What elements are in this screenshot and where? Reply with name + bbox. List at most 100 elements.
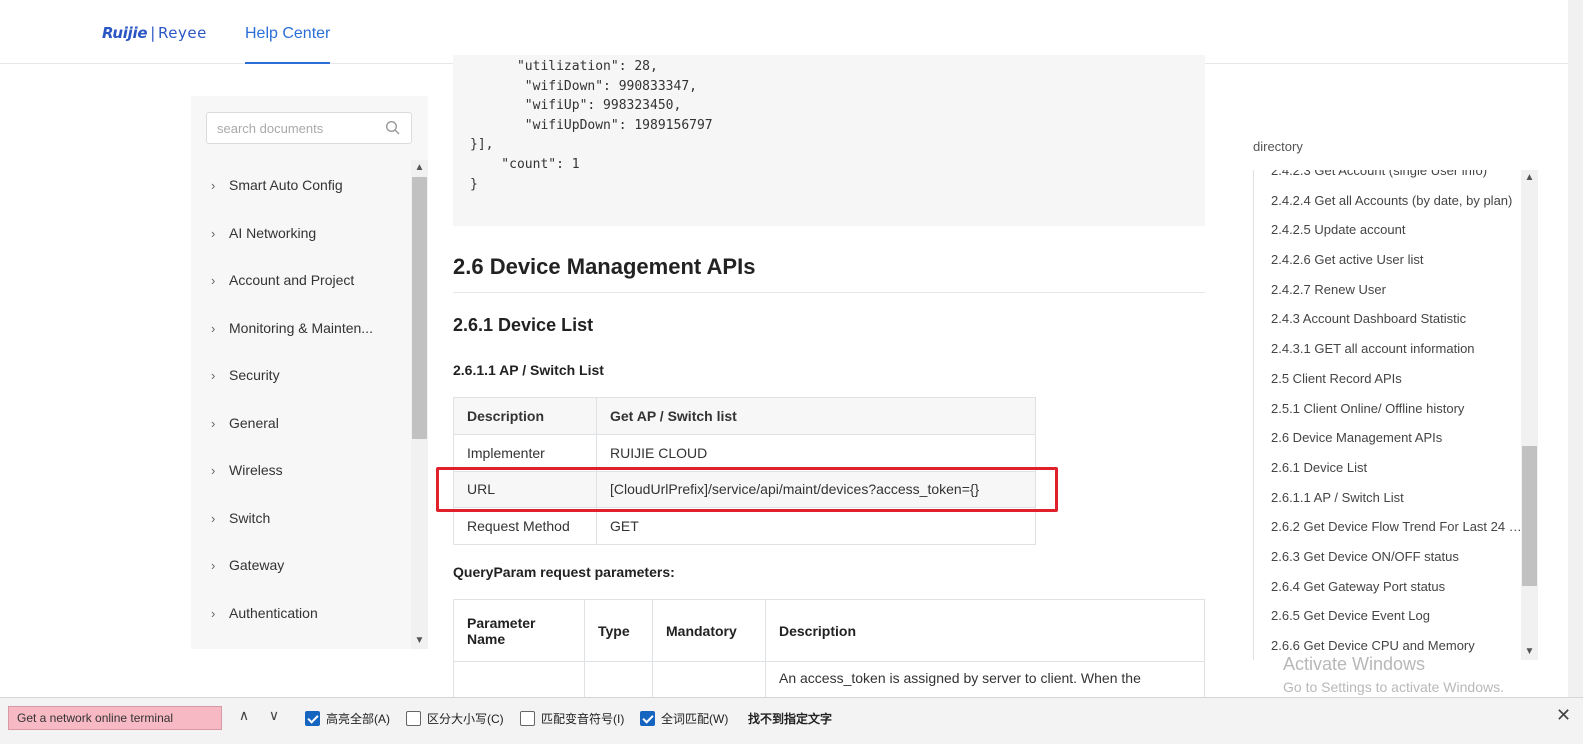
- col-header-mandatory: Mandatory: [652, 599, 766, 662]
- directory-item[interactable]: 2.4.3.1 GET all account information: [1254, 334, 1524, 364]
- directory-item[interactable]: 2.6.4 Get Gateway Port status: [1254, 572, 1524, 602]
- match-case-checkbox[interactable]: 区分大小写(C): [406, 708, 504, 728]
- table-row: Description Get AP / Switch list: [453, 397, 1036, 435]
- find-bar: Get a network online terminal ∧ ∨ 高亮全部(A…: [0, 697, 1583, 744]
- sidebar-scroll-thumb[interactable]: [412, 177, 427, 439]
- sidebar-item-label: Security: [229, 367, 280, 383]
- sidebar-item-ai-networking[interactable]: › AI Networking: [191, 210, 411, 258]
- directory-item[interactable]: 2.6 Device Management APIs: [1254, 423, 1524, 453]
- chevron-right-icon: ›: [211, 510, 216, 526]
- table-key: Description: [453, 397, 597, 435]
- highlight-all-checkbox[interactable]: 高亮全部(A): [305, 708, 390, 728]
- match-diacritics-checkbox[interactable]: 匹配变音符号(I): [520, 708, 624, 728]
- directory-item[interactable]: 2.5 Client Record APIs: [1254, 364, 1524, 394]
- table-cell: An access_token is assigned by server to…: [765, 661, 1205, 702]
- code-block: "utilization": 28, "wifiDown": 990833347…: [453, 55, 1205, 226]
- checkbox-checked-icon: [640, 710, 655, 726]
- search-input[interactable]: [207, 113, 377, 143]
- find-previous-icon[interactable]: ∧: [234, 707, 254, 724]
- logo-ruijie-text: Ruijie: [102, 24, 148, 42]
- close-icon[interactable]: ✕: [1556, 705, 1571, 726]
- logo-reyee-text: Reyee: [157, 24, 207, 42]
- chevron-right-icon: ›: [211, 178, 216, 193]
- chevron-right-icon: ›: [211, 558, 216, 573]
- chevron-right-icon: ›: [211, 320, 216, 336]
- table-key: URL: [453, 470, 597, 509]
- directory-item[interactable]: 2.4.2.7 Renew User: [1254, 275, 1524, 305]
- scroll-up-arrow-icon[interactable]: ▲: [1521, 170, 1538, 186]
- directory-item[interactable]: 2.4.2.5 Update account: [1254, 215, 1524, 245]
- watermark-line2: Go to Settings to activate Windows.: [1283, 679, 1504, 695]
- sidebar-item-monitoring[interactable]: › Monitoring & Mainten...: [191, 305, 411, 353]
- whole-words-checkbox[interactable]: 全词匹配(W): [640, 708, 728, 728]
- checkbox-checked-icon: [305, 710, 320, 726]
- find-next-icon[interactable]: ∨: [264, 707, 284, 724]
- directory-scrollbar[interactable]: ▲ ▼: [1521, 170, 1538, 660]
- sidebar-item-smart-auto-config[interactable]: › Smart Auto Config: [191, 162, 411, 210]
- directory-item[interactable]: 2.6.2 Get Device Flow Trend For Last 24 …: [1254, 512, 1524, 542]
- directory-item[interactable]: 2.4.2.4 Get all Accounts (by date, by pl…: [1254, 186, 1524, 216]
- sidebar-item-account-and-project[interactable]: › Account and Project: [191, 257, 411, 305]
- directory-item[interactable]: 2.6.5 Get Device Event Log: [1254, 601, 1524, 631]
- directory-item[interactable]: 2.5.1 Client Online/ Offline history: [1254, 394, 1524, 424]
- highlight-all-label: 高亮全部(A): [326, 711, 390, 726]
- subsection-heading: 2.6.1 Device List: [453, 315, 594, 335]
- match-case-label: 区分大小写(C): [427, 711, 504, 726]
- sidebar-item-gateway[interactable]: › Gateway: [191, 542, 411, 590]
- table-row: Implementer RUIJIE CLOUD: [453, 433, 1036, 472]
- search-icon[interactable]: [385, 120, 401, 136]
- directory-item[interactable]: 2.4.2.3 Get Account (single User info): [1254, 170, 1524, 186]
- sidebar-item-label: Smart Auto Config: [229, 177, 343, 193]
- sidebar-item-label: Wireless: [229, 462, 283, 478]
- sidebar-item-general[interactable]: › General: [191, 400, 411, 448]
- whole-words-label: 全词匹配(W): [661, 711, 729, 726]
- find-status-text: 找不到指定文字: [748, 712, 833, 726]
- scroll-down-arrow-icon[interactable]: ▼: [411, 633, 428, 649]
- find-input[interactable]: Get a network online terminal: [8, 706, 222, 730]
- windows-activation-watermark: Activate Windows Go to Settings to activ…: [1283, 654, 1504, 695]
- chevron-right-icon: ›: [211, 415, 216, 431]
- logo-separator: |: [150, 24, 155, 42]
- sidebar-item-wireless[interactable]: › Wireless: [191, 447, 411, 495]
- section-heading: 2.6 Device Management APIs: [453, 254, 1205, 293]
- sidebar-item-authentication[interactable]: › Authentication: [191, 590, 411, 638]
- search-box: [206, 112, 412, 144]
- sidebar-item-label: Authentication: [229, 604, 318, 621]
- directory-item[interactable]: 2.6.3 Get Device ON/OFF status: [1254, 542, 1524, 572]
- table-cell: [453, 661, 585, 702]
- directory-item[interactable]: 2.6.1 Device List: [1254, 453, 1524, 483]
- sidebar-item-label: Gateway: [229, 557, 285, 573]
- checkbox-unchecked-icon: [520, 710, 535, 726]
- table-value: Get AP / Switch list: [596, 397, 1036, 435]
- queryparam-label: QueryParam request parameters:: [453, 564, 675, 580]
- table-key: Implementer: [453, 433, 597, 472]
- table-row: An access_token is assigned by server to…: [453, 661, 1205, 702]
- directory-item[interactable]: 2.4.2.6 Get active User list: [1254, 245, 1524, 275]
- checkbox-unchecked-icon: [406, 710, 421, 726]
- scroll-down-arrow-icon[interactable]: ▼: [1521, 644, 1538, 660]
- sidebar-scrollbar[interactable]: ▲ ▼: [411, 160, 428, 649]
- table-key: Request Method: [453, 507, 597, 545]
- scroll-up-arrow-icon[interactable]: ▲: [411, 160, 428, 176]
- directory-item[interactable]: 2.6.1.1 AP / Switch List: [1254, 483, 1524, 513]
- sidebar-item-security[interactable]: › Security: [191, 352, 411, 400]
- nav-help-center[interactable]: Help Center: [245, 0, 331, 64]
- directory-item[interactable]: 2.6.6 Get Device CPU and Memory: [1254, 631, 1524, 660]
- left-sidebar: › Smart Auto Config › AI Networking › Accou…: [191, 96, 428, 649]
- directory-item[interactable]: 2.4.3 Account Dashboard Statistic: [1254, 304, 1524, 334]
- table-value: RUIJIE CLOUD: [596, 433, 1036, 472]
- table-row: URL [CloudUrlPrefix]/service/api/maint/d…: [453, 470, 1036, 509]
- chevron-right-icon: ›: [211, 368, 216, 383]
- page-scrollbar[interactable]: [1568, 0, 1583, 697]
- sidebar-item-label: Monitoring & Mainten...: [229, 319, 373, 336]
- ruijie-reyee-logo[interactable]: Ruijie | Reyee: [102, 24, 207, 42]
- sidebar-item-switch[interactable]: › Switch: [191, 495, 411, 543]
- chevron-right-icon: ›: [211, 605, 216, 621]
- api-info-table: Description Get AP / Switch list Impleme…: [453, 397, 1036, 545]
- directory-scroll-thumb[interactable]: [1522, 446, 1537, 586]
- chevron-right-icon: ›: [211, 225, 216, 241]
- sidebar-item-label: General: [229, 414, 279, 431]
- table-row: Request Method GET: [453, 507, 1036, 545]
- sidebar-item-label: Switch: [229, 509, 271, 526]
- sidebar-item-label: Account and Project: [229, 272, 355, 288]
